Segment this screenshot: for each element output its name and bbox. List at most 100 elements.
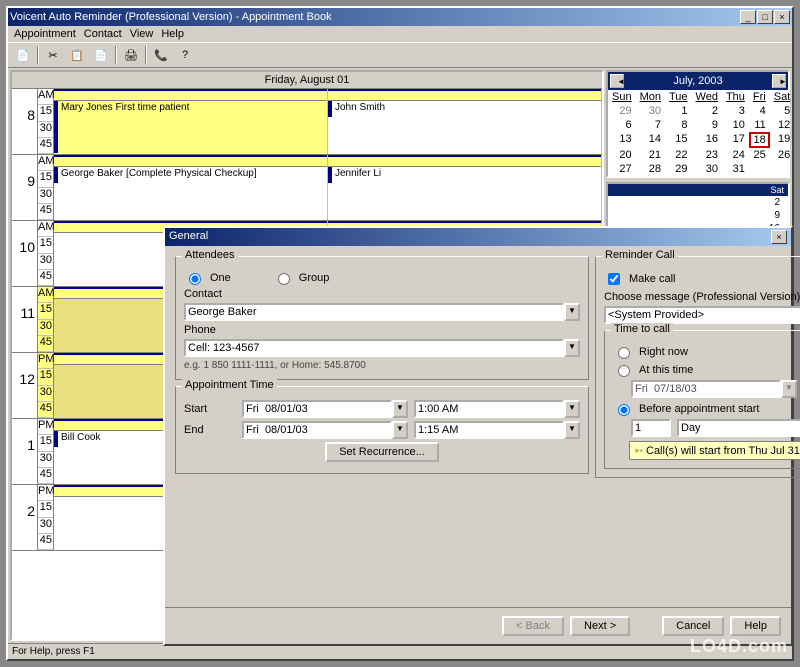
- next-button[interactable]: Next >: [570, 616, 630, 636]
- end-date-field[interactable]: [242, 421, 392, 439]
- cal-day[interactable]: [770, 162, 792, 176]
- end-time-dropdown-icon[interactable]: ▼: [564, 421, 580, 439]
- hour-label: 8: [12, 89, 38, 154]
- menu-contact[interactable]: Contact: [84, 28, 122, 40]
- attendees-group: Attendees One Group Contact ▼ Phone ▼ e.…: [175, 256, 589, 380]
- cal-day[interactable]: 16: [692, 132, 722, 148]
- cal-day[interactable]: 20: [608, 148, 636, 162]
- start-time-dropdown-icon[interactable]: ▼: [564, 400, 580, 418]
- cal-day[interactable]: 9: [692, 118, 722, 132]
- cal-day[interactable]: 26: [770, 148, 792, 162]
- make-call-label: Make call: [629, 273, 675, 285]
- close-button[interactable]: ×: [774, 10, 790, 24]
- toolbar-copy-icon[interactable]: 📋: [66, 45, 88, 65]
- before-radio[interactable]: [618, 404, 630, 416]
- cal-day[interactable]: 30: [636, 104, 665, 118]
- cal-day[interactable]: 4: [749, 104, 770, 118]
- before-n-field[interactable]: [631, 419, 671, 437]
- cal-day[interactable]: 12: [770, 118, 792, 132]
- contact-label: Contact: [184, 288, 236, 300]
- minimize-button[interactable]: _: [740, 10, 756, 24]
- cal-day[interactable]: 25: [749, 148, 770, 162]
- rightnow-radio[interactable]: [618, 347, 630, 359]
- reminder-legend: Reminder Call: [602, 249, 678, 261]
- cal-day[interactable]: 24: [722, 148, 749, 162]
- cal-weekday: Wed: [692, 90, 722, 104]
- contact-dropdown-icon[interactable]: ▼: [564, 303, 580, 321]
- cal-next-button[interactable]: ►: [772, 74, 786, 88]
- before-label: Before appointment start: [639, 403, 759, 415]
- appointment[interactable]: George Baker [Complete Physical Checkup]: [54, 167, 327, 183]
- cal-day[interactable]: 23: [692, 148, 722, 162]
- cal-day[interactable]: 6: [608, 118, 636, 132]
- end-time-field[interactable]: [414, 421, 564, 439]
- toolbar-help-icon[interactable]: ?: [174, 45, 196, 65]
- toolbar-call-icon[interactable]: 📞: [150, 45, 172, 65]
- cal-day[interactable]: 5: [770, 104, 792, 118]
- cal-day[interactable]: 21: [636, 148, 665, 162]
- cal-day[interactable]: 29: [608, 104, 636, 118]
- start-date-field[interactable]: [242, 400, 392, 418]
- back-button[interactable]: < Back: [502, 616, 564, 636]
- make-call-checkbox[interactable]: [608, 273, 620, 285]
- cal-day[interactable]: 11: [749, 118, 770, 132]
- cal-day[interactable]: 30: [692, 162, 722, 176]
- before-unit-field[interactable]: [677, 419, 800, 437]
- phone-dropdown-icon[interactable]: ▼: [564, 339, 580, 357]
- attendee-group-label: Group: [299, 272, 330, 284]
- cancel-button[interactable]: Cancel: [662, 616, 724, 636]
- appointment[interactable]: Jennifer Li: [328, 167, 601, 183]
- atthistime-radio[interactable]: [618, 365, 630, 377]
- cal-prev-button[interactable]: ◄: [610, 74, 624, 88]
- toolbar-new-icon[interactable]: 📄: [12, 45, 34, 65]
- cal-day[interactable]: 2: [692, 104, 722, 118]
- ampm-band: [328, 155, 601, 167]
- maximize-button[interactable]: □: [757, 10, 773, 24]
- cal-day[interactable]: 13: [608, 132, 636, 148]
- dialog-close-button[interactable]: ×: [771, 230, 787, 244]
- cal-day[interactable]: 18: [749, 132, 770, 148]
- cal-day[interactable]: 31: [722, 162, 749, 176]
- minute-col: AM153045: [38, 89, 54, 154]
- list-item[interactable]: 9: [608, 209, 788, 222]
- toolbar-print-icon[interactable]: 🖨: [120, 45, 142, 65]
- list-item[interactable]: 2: [608, 196, 788, 209]
- cal-day[interactable]: 7: [636, 118, 665, 132]
- cal-day[interactable]: 22: [665, 148, 692, 162]
- attendee-one-radio[interactable]: [189, 273, 201, 285]
- cal-day[interactable]: 28: [636, 162, 665, 176]
- appointment[interactable]: Mary Jones First time patient: [54, 101, 327, 153]
- appointment[interactable]: John Smith: [328, 101, 601, 117]
- end-date-dropdown-icon[interactable]: ▼: [392, 421, 408, 439]
- contact-field[interactable]: [184, 303, 564, 321]
- cal-day[interactable]: 17: [722, 132, 749, 148]
- cal-day[interactable]: 29: [665, 162, 692, 176]
- at-date-dropdown-icon: ▼: [781, 380, 797, 398]
- menu-help[interactable]: Help: [161, 28, 184, 40]
- cal-day[interactable]: 3: [722, 104, 749, 118]
- cal-day[interactable]: [749, 162, 770, 176]
- menu-appointment[interactable]: Appointment: [14, 28, 76, 40]
- cal-day[interactable]: 1: [665, 104, 692, 118]
- cal-day[interactable]: 14: [636, 132, 665, 148]
- hour-label: 1: [12, 419, 38, 484]
- start-time-field[interactable]: [414, 400, 564, 418]
- menu-view[interactable]: View: [130, 28, 154, 40]
- cal-day[interactable]: 8: [665, 118, 692, 132]
- cal-day[interactable]: 19: [770, 132, 792, 148]
- help-button[interactable]: Help: [730, 616, 781, 636]
- hour-label: 9: [12, 155, 38, 220]
- attendee-one-label: One: [210, 272, 231, 284]
- set-recurrence-button[interactable]: Set Recurrence...: [325, 442, 439, 462]
- toolbar-paste-icon[interactable]: 📄: [90, 45, 112, 65]
- phone-field[interactable]: [184, 339, 564, 357]
- cal-day[interactable]: 27: [608, 162, 636, 176]
- cal-day[interactable]: 10: [722, 118, 749, 132]
- cal-grid[interactable]: SunMonTueWedThuFriSat2930123456789101112…: [608, 90, 788, 176]
- choose-msg-field[interactable]: [604, 306, 800, 324]
- reminder-call-group: Reminder Call Make call Choose message (…: [595, 256, 800, 478]
- cal-day[interactable]: 15: [665, 132, 692, 148]
- start-date-dropdown-icon[interactable]: ▼: [392, 400, 408, 418]
- toolbar-cut-icon[interactable]: ✂: [42, 45, 64, 65]
- attendee-group-radio[interactable]: [278, 273, 290, 285]
